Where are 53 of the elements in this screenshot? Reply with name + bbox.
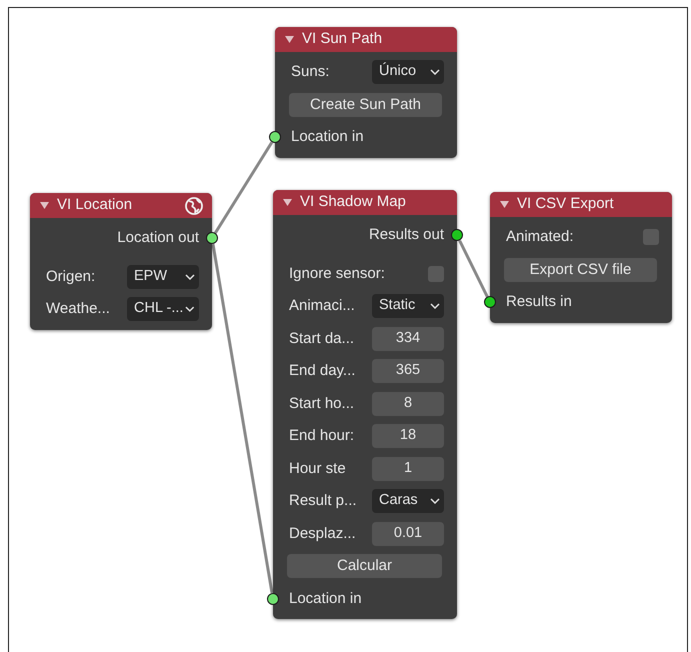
number-field[interactable]: 1 xyxy=(372,456,444,481)
dropdown[interactable]: CHL -... xyxy=(127,297,199,322)
row-label: Start da... xyxy=(289,328,354,348)
row-label: Results in xyxy=(506,292,572,312)
row-label: Start ho... xyxy=(289,394,354,414)
row-label: Location out xyxy=(117,228,199,248)
row-label: Hour ste xyxy=(289,458,346,478)
row-label: End hour: xyxy=(289,426,354,446)
checkbox[interactable] xyxy=(428,266,444,282)
row-label: Desplaz... xyxy=(289,524,356,544)
row-label: End day... xyxy=(289,361,356,381)
row-label: Suns: xyxy=(291,62,330,82)
row-label: Animated: xyxy=(506,227,574,247)
chevron-icon xyxy=(430,69,440,76)
row-label: Ignore sensor: xyxy=(289,264,385,284)
dropdown[interactable]: Caras xyxy=(372,489,444,514)
number-field[interactable]: 334 xyxy=(372,326,444,351)
node-title: VI CSV Export xyxy=(517,194,614,214)
collapse-icon[interactable] xyxy=(500,201,509,208)
action-button[interactable]: Create Sun Path xyxy=(289,92,442,117)
chevron-icon xyxy=(185,306,195,312)
socket-dot[interactable] xyxy=(451,229,463,242)
row-label: Result p... xyxy=(289,491,357,511)
socket-dot[interactable] xyxy=(206,232,218,244)
socket-dot[interactable] xyxy=(484,296,496,308)
dropdown[interactable]: Único xyxy=(372,60,444,84)
row-label: Location in xyxy=(291,127,364,147)
node-title: VI Sun Path xyxy=(302,29,382,50)
dropdown[interactable]: EPW xyxy=(127,264,199,289)
checkbox[interactable] xyxy=(643,229,659,246)
socket-dot[interactable] xyxy=(269,131,281,144)
number-field[interactable]: 365 xyxy=(372,359,444,384)
row-label: Animaci... xyxy=(289,296,355,316)
collapse-icon[interactable] xyxy=(40,202,49,209)
chevron-icon xyxy=(430,303,440,310)
number-field[interactable]: 8 xyxy=(372,392,444,416)
row-label: Location in xyxy=(289,588,362,608)
collapse-icon[interactable] xyxy=(283,199,292,206)
node-title: VI Shadow Map xyxy=(300,192,406,212)
dropdown[interactable]: Static xyxy=(372,294,444,318)
chevron-icon xyxy=(185,274,195,280)
number-field[interactable]: 0.01 xyxy=(372,522,444,546)
row-label: Origen: xyxy=(46,266,96,286)
link-wire xyxy=(458,240,489,298)
row-label: Weathe... xyxy=(46,299,110,319)
row-label: Results out xyxy=(368,225,444,245)
socket-dot[interactable] xyxy=(267,592,279,605)
number-field[interactable]: 18 xyxy=(372,424,444,448)
chevron-icon xyxy=(430,498,440,504)
action-button[interactable]: Calcular xyxy=(287,554,442,578)
action-button[interactable]: Export CSV file xyxy=(504,258,657,282)
node-title: VI Location xyxy=(57,195,132,216)
collapse-icon[interactable] xyxy=(285,36,294,43)
